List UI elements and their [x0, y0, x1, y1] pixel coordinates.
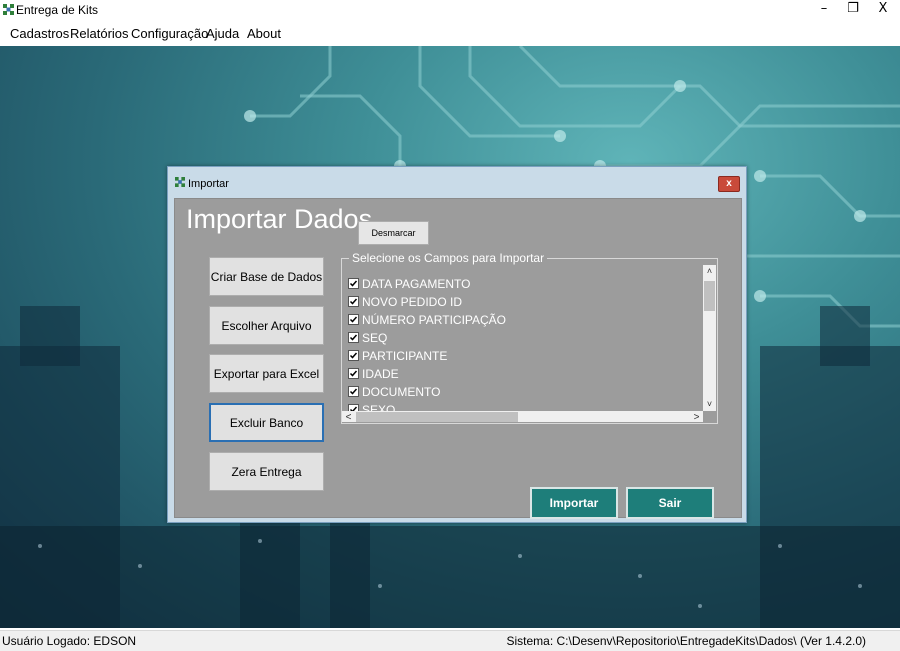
checkbox-checked-icon[interactable]: [348, 332, 359, 344]
menu-configuracao[interactable]: Configuração: [131, 26, 208, 41]
vertical-scroll-thumb[interactable]: [704, 281, 715, 311]
field-label: DATA PAGAMENTO: [362, 277, 471, 291]
create-database-button[interactable]: Criar Base de Dados: [209, 257, 324, 296]
window-title: Entrega de Kits: [16, 3, 99, 17]
scroll-down-icon[interactable]: ˅: [703, 398, 716, 411]
minimize-icon[interactable]: –: [809, 0, 839, 20]
checkbox-checked-icon[interactable]: [348, 296, 359, 308]
field-item-documento[interactable]: DOCUMENTO: [348, 385, 440, 402]
import-dialog: Importar x Importar Dados Desmarcar Todo…: [167, 166, 747, 523]
system-path-status: Sistema: C:\Desenv\Repositorio\Entregade…: [506, 634, 866, 648]
horizontal-scrollbar[interactable]: < >: [342, 411, 703, 422]
logged-user-status: Usuário Logado: EDSON: [2, 634, 137, 648]
checkbox-checked-icon[interactable]: [348, 386, 359, 398]
fields-checklist[interactable]: DATA PAGAMENTO NOVO PEDIDO ID NÚMERO PAR…: [342, 265, 716, 422]
field-item-idade[interactable]: IDADE: [348, 367, 399, 384]
checkbox-checked-icon[interactable]: [348, 368, 359, 380]
menu-ajuda[interactable]: Ajuda: [206, 26, 239, 41]
field-item-seq[interactable]: SEQ: [348, 331, 387, 348]
field-label: SEQ: [362, 331, 388, 345]
restore-icon[interactable]: ❐: [838, 0, 868, 20]
app-icon: [3, 4, 14, 15]
menu-about[interactable]: About: [247, 26, 281, 41]
checkbox-checked-icon[interactable]: [348, 278, 359, 290]
dialog-title: Importar: [188, 178, 229, 190]
choose-file-button[interactable]: Escolher Arquivo: [209, 306, 324, 345]
fields-groupbox: Selecione os Campos para Importar DATA P…: [341, 251, 718, 424]
menu-bar: Cadastros Relatórios Configuração Ajuda …: [0, 22, 900, 46]
field-label: NÚMERO PARTICIPAÇÃO: [362, 313, 507, 327]
window-titlebar: Entrega de Kits – ❐ X: [0, 0, 900, 20]
uncheck-all-button[interactable]: Desmarcar Todos: [358, 221, 429, 260]
field-item-data-pagamento[interactable]: DATA PAGAMENTO: [348, 277, 470, 294]
field-label: PARTICIPANTE: [362, 349, 448, 363]
field-item-novo-pedido-id[interactable]: NOVO PEDIDO ID: [348, 295, 462, 312]
export-excel-button[interactable]: Exportar para Excel: [209, 354, 324, 393]
field-label: DOCUMENTO: [362, 385, 441, 399]
field-label: NOVO PEDIDO ID: [362, 295, 463, 309]
status-bar: Usuário Logado: EDSON Sistema: C:\Desenv…: [0, 630, 900, 651]
checkbox-checked-icon[interactable]: [348, 314, 359, 326]
page-title: Importar Dados: [186, 204, 373, 234]
dialog-client-area: Importar Dados Desmarcar Todos Criar Bas…: [174, 198, 742, 519]
field-item-numero-participacao[interactable]: NÚMERO PARTICIPAÇÃO: [348, 313, 506, 330]
menu-cadastros[interactable]: Cadastros: [10, 26, 69, 41]
field-item-participante[interactable]: PARTICIPANTE: [348, 349, 447, 366]
scroll-right-icon[interactable]: >: [690, 411, 703, 422]
menu-relatorios[interactable]: Relatórios: [70, 26, 129, 41]
dialog-app-icon: [175, 177, 185, 187]
field-label: IDADE: [362, 367, 399, 381]
exit-button[interactable]: Sair: [626, 487, 714, 519]
scroll-up-icon[interactable]: ˄: [703, 265, 716, 278]
close-icon[interactable]: X: [868, 0, 898, 20]
dialog-close-button[interactable]: x: [718, 176, 740, 192]
scroll-left-icon[interactable]: <: [342, 411, 355, 422]
fields-group-label: Selecione os Campos para Importar: [349, 251, 548, 265]
delete-database-button[interactable]: Excluir Banco: [209, 403, 324, 442]
checkbox-checked-icon[interactable]: [348, 350, 359, 362]
horizontal-scroll-thumb[interactable]: [356, 412, 518, 422]
vertical-scrollbar[interactable]: ˄ ˅: [703, 265, 716, 411]
import-button[interactable]: Importar: [530, 487, 618, 519]
reset-delivery-button[interactable]: Zera Entrega: [209, 452, 324, 491]
